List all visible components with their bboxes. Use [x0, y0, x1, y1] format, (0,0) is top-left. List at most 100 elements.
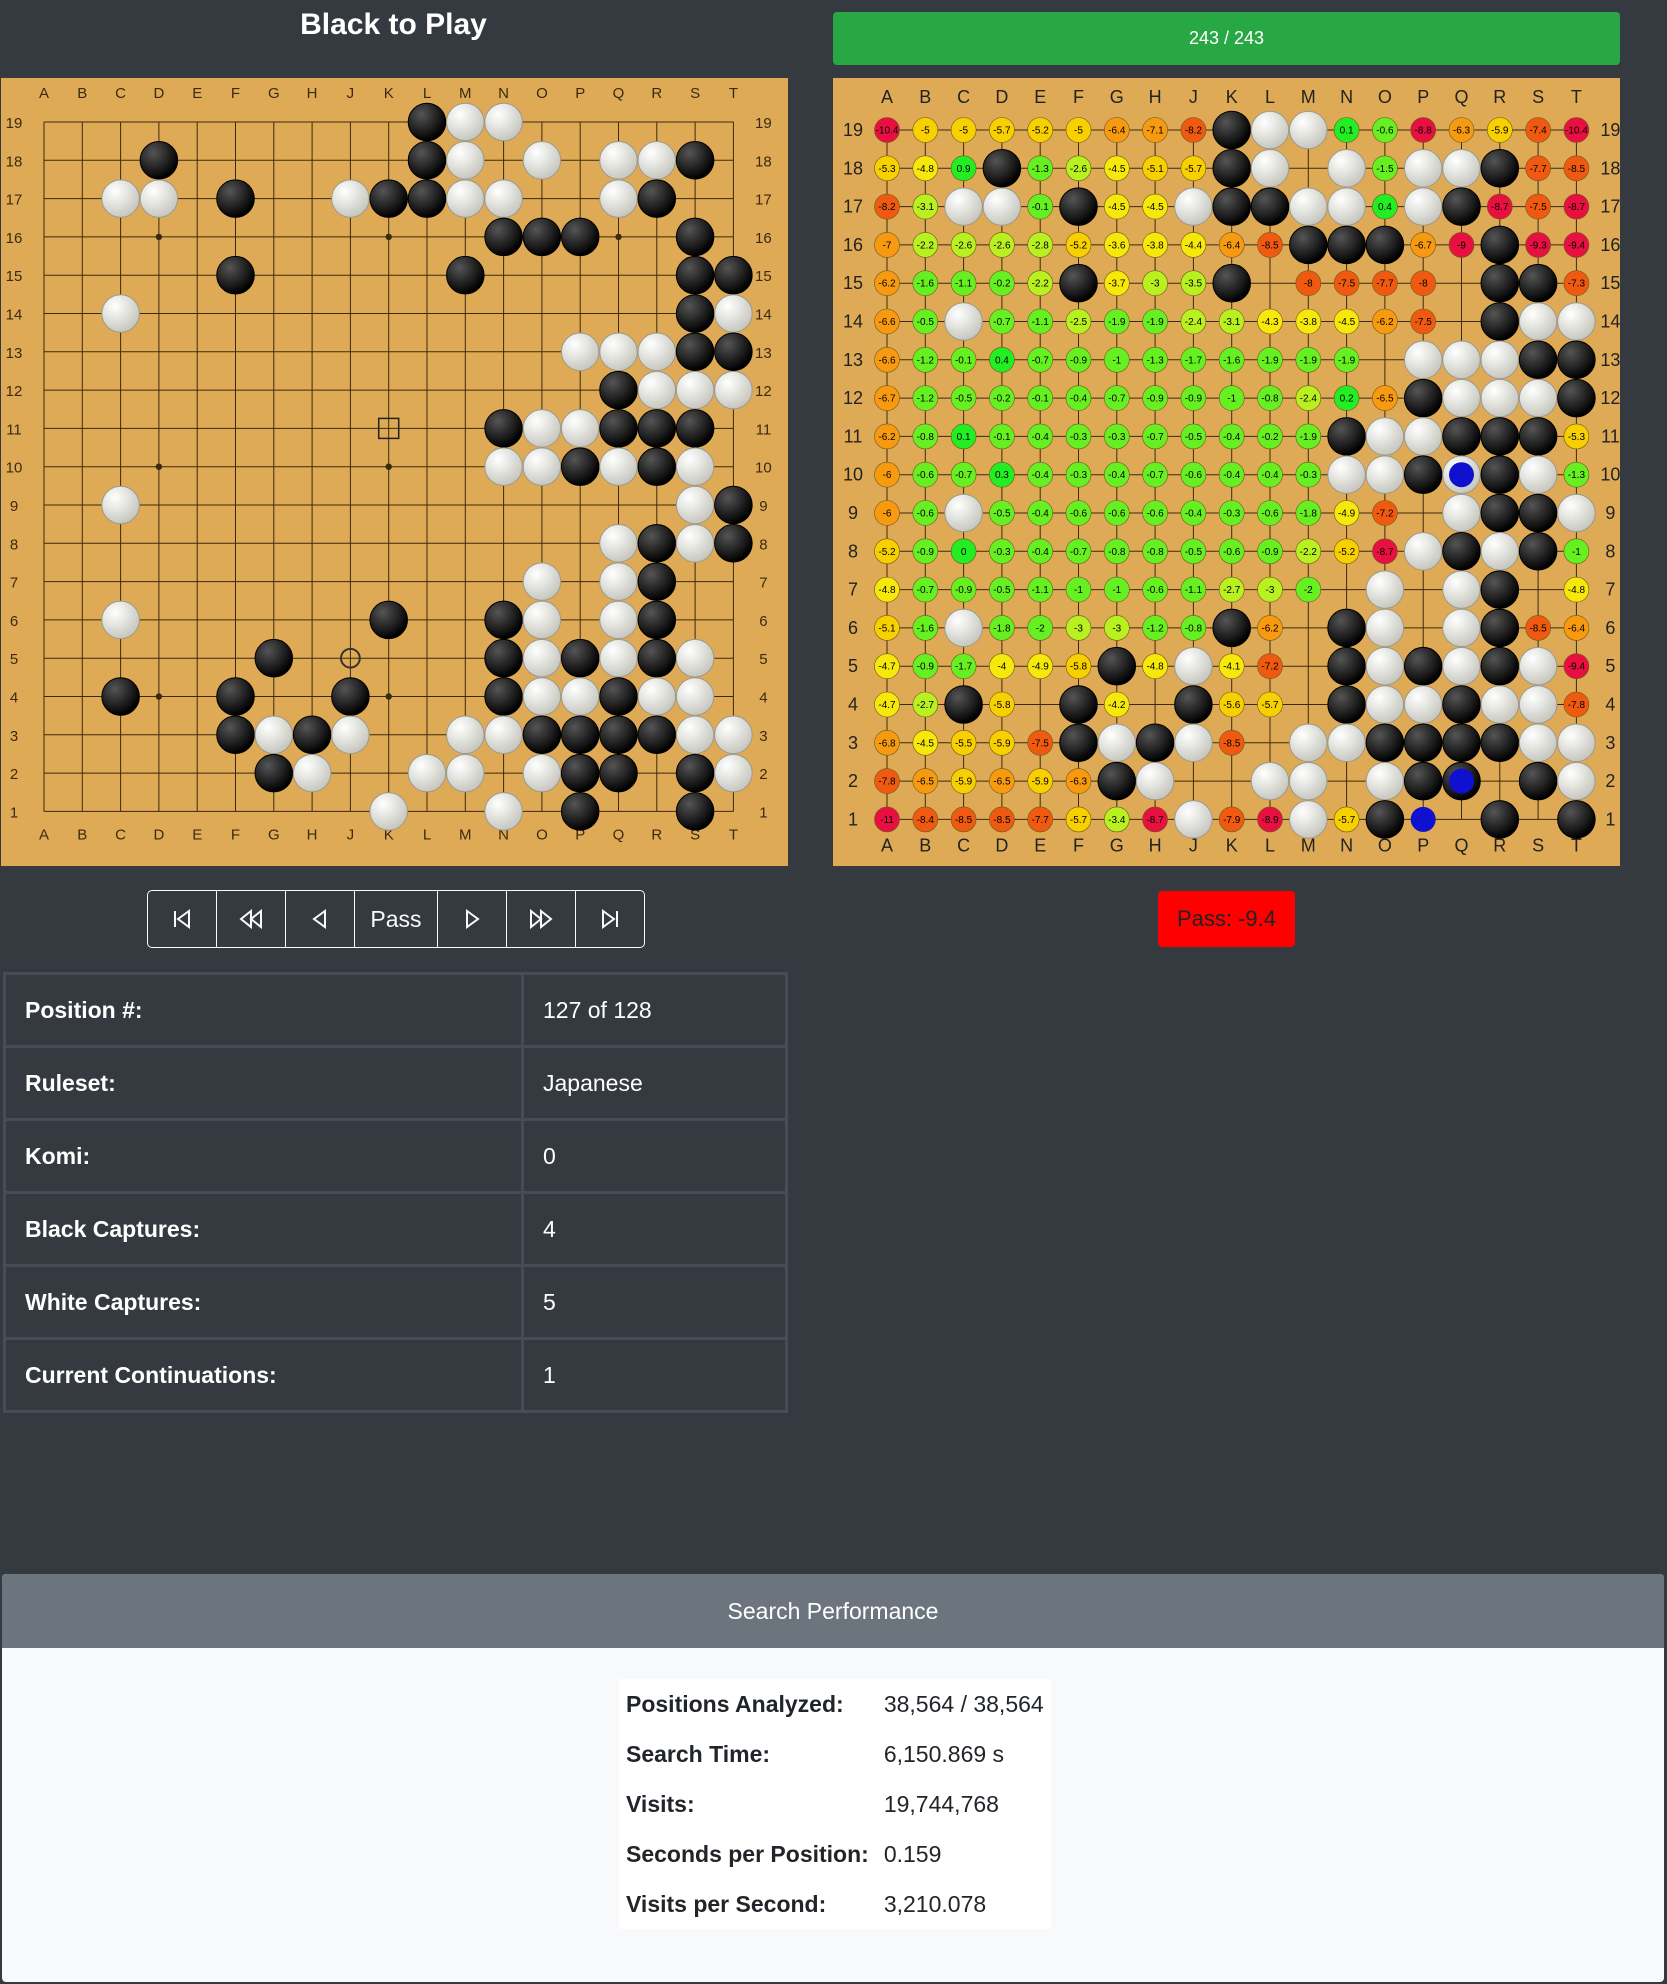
candidate-move-value: -0.6 [1146, 509, 1164, 520]
white-stone [1442, 149, 1481, 188]
forward-button[interactable] [438, 891, 507, 947]
candidate-move-value: 0.1 [957, 432, 971, 443]
column-label: K [1226, 835, 1238, 855]
row-label: 18 [6, 153, 23, 170]
unvisited-move-marker[interactable] [1410, 806, 1436, 832]
column-label: N [498, 85, 509, 102]
white-stone [714, 753, 753, 793]
white-stone [944, 608, 983, 648]
candidate-move-value: -3.7 [1108, 279, 1126, 290]
column-label: Q [1454, 87, 1468, 107]
candidate-move-value: -0.2 [1261, 432, 1279, 443]
back-button[interactable] [286, 891, 355, 947]
candidate-move-value: -0.7 [917, 585, 935, 596]
black-stone [1480, 455, 1520, 494]
analysis-heatmap-board[interactable]: A A B B C C D D E E F F G G H H J J K K L L M M N N O O P P Q Q R R S S T T 19… [833, 78, 1620, 866]
black-stone [1250, 187, 1290, 226]
candidate-move-value: 0.9 [957, 164, 971, 175]
candidate-move-value: -8.5 [1223, 738, 1241, 749]
black-stone [599, 409, 638, 448]
white-stone [1174, 187, 1213, 226]
column-label: J [347, 85, 355, 102]
row-label: 13 [1600, 350, 1620, 370]
row-label: 17 [843, 197, 863, 217]
star-point [155, 693, 163, 700]
forward-fast-button[interactable] [507, 891, 576, 947]
white-stone [1518, 378, 1558, 418]
white-stone [1403, 149, 1443, 188]
candidate-move-value: -6.7 [878, 394, 896, 405]
black-stone [522, 217, 562, 257]
black-stone [484, 600, 523, 640]
candidate-move-value: -1 [1074, 585, 1083, 596]
candidate-move-value: -0.7 [993, 317, 1011, 328]
black-stone [1480, 723, 1520, 763]
row-label: 7 [848, 580, 858, 600]
black-stone [1480, 493, 1520, 533]
pass-button[interactable]: Pass [355, 891, 438, 947]
candidate-move-value: -7.2 [1261, 662, 1279, 673]
candidate-move-value: 0.4 [995, 355, 1009, 366]
info-row: Current Continuations: 1 [3, 1337, 788, 1413]
last-position-button[interactable] [576, 891, 644, 947]
unvisited-move-marker[interactable] [1449, 462, 1474, 488]
candidate-move-value: -2.6 [993, 240, 1011, 251]
row-label: 7 [1605, 580, 1615, 600]
white-stone [637, 677, 677, 716]
candidate-move-value: -0.4 [1070, 394, 1088, 405]
candidate-move-value: -1.2 [1146, 623, 1164, 634]
black-stone [675, 255, 715, 295]
column-label: J [1189, 87, 1198, 107]
candidate-move-value: -6 [883, 509, 892, 520]
black-stone [560, 447, 600, 486]
double-right-icon [528, 907, 554, 931]
unvisited-move-marker[interactable] [1449, 768, 1474, 794]
row-label: 13 [755, 345, 772, 362]
candidate-move-value: -0.5 [993, 509, 1011, 520]
white-stone [446, 753, 485, 793]
column-label: F [1073, 87, 1084, 107]
candidate-move-value: -1 [1572, 547, 1581, 558]
white-stone [1365, 646, 1405, 686]
go-board[interactable]: A A B B C C D D E E F F G G H H J J K K L L M M N N O O P P Q Q R R S S T T 19… [1, 78, 788, 866]
white-stone [522, 447, 562, 486]
candidate-move-value: -8.7 [1146, 815, 1164, 826]
row-label: 19 [843, 120, 863, 140]
stat-key: Search Time: [626, 1740, 771, 1767]
black-stone [714, 485, 753, 525]
white-stone [484, 102, 523, 142]
info-key: Position #: [3, 972, 524, 1048]
white-stone [1442, 570, 1481, 609]
candidate-move-value: -3 [1112, 623, 1121, 634]
column-label: Q [1454, 835, 1468, 855]
column-label: M [1301, 87, 1316, 107]
black-stone [714, 524, 753, 563]
column-label: H [307, 85, 318, 102]
black-stone [599, 677, 638, 716]
white-stone [637, 370, 677, 410]
candidate-move-value: -6.2 [1261, 623, 1279, 634]
first-position-button[interactable] [148, 891, 217, 947]
back-fast-button[interactable] [217, 891, 286, 947]
white-stone [637, 332, 677, 372]
black-stone [1480, 646, 1520, 686]
black-stone [1097, 646, 1137, 686]
white-stone [1289, 110, 1328, 150]
white-stone [1365, 417, 1405, 456]
double-left-icon [238, 907, 264, 931]
white-stone [944, 302, 983, 341]
column-label: S [1532, 87, 1544, 107]
candidate-move-value: -4.5 [1108, 164, 1126, 175]
row-label: 11 [6, 421, 22, 438]
candidate-move-value: -1 [1112, 585, 1121, 596]
candidate-move-value: -4.8 [1568, 585, 1586, 596]
candidate-move-value: -3 [1266, 585, 1275, 596]
info-row: White Captures: 5 [3, 1264, 788, 1340]
row-label: 2 [848, 771, 858, 791]
candidate-move-value: -1.1 [1032, 585, 1050, 596]
candidate-move-value: -1.9 [1146, 317, 1164, 328]
info-key: Komi: [3, 1118, 524, 1194]
black-stone [1212, 149, 1251, 188]
column-label: E [1034, 87, 1046, 107]
candidate-move-value: -7.2 [1376, 509, 1394, 520]
